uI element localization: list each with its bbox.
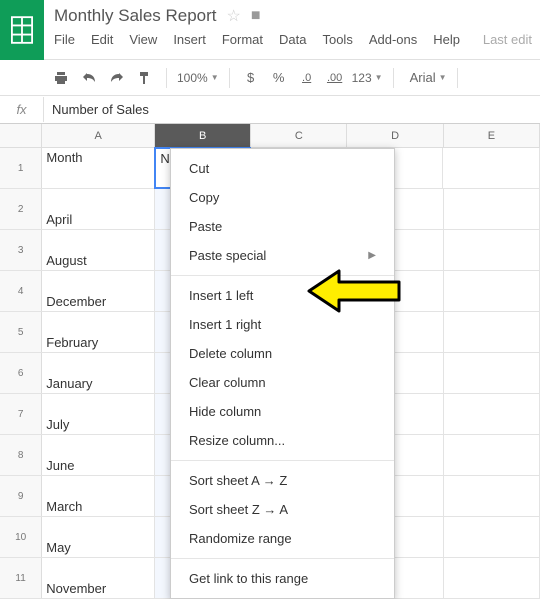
column-header-b[interactable]: B [155, 124, 251, 147]
decrease-decimal-button[interactable]: .0 [296, 67, 318, 89]
context-get-link[interactable]: Get link to this range [171, 564, 394, 593]
toolbar: 100%▼ $ % .0 .00 123▼ Arial▼ [0, 60, 540, 96]
row-header[interactable]: 1 [0, 148, 42, 188]
cell[interactable] [444, 353, 540, 393]
column-header-a[interactable]: A [42, 124, 155, 147]
context-paste-special[interactable]: Paste special▶ [171, 241, 394, 270]
fx-icon[interactable]: fx [0, 97, 44, 122]
column-header-d[interactable]: D [347, 124, 443, 147]
row-header[interactable]: 6 [0, 353, 42, 393]
context-copy[interactable]: Copy [171, 183, 394, 212]
row-header[interactable]: 5 [0, 312, 42, 352]
column-header-c[interactable]: C [251, 124, 347, 147]
row-header[interactable]: 8 [0, 435, 42, 475]
menu-edit[interactable]: Edit [91, 32, 113, 47]
increase-decimal-button[interactable]: .00 [324, 67, 346, 89]
select-all-corner[interactable] [0, 124, 42, 147]
redo-icon[interactable] [106, 67, 128, 89]
cell[interactable]: April [42, 189, 155, 229]
cell[interactable]: November [42, 558, 155, 598]
cell[interactable] [444, 394, 540, 434]
cell[interactable]: May [42, 517, 155, 557]
font-select[interactable]: Arial▼ [410, 70, 447, 85]
menu-separator [171, 460, 394, 461]
context-clear-column[interactable]: Clear column [171, 368, 394, 397]
row-header[interactable]: 11 [0, 558, 42, 598]
cell[interactable] [444, 230, 540, 270]
cell[interactable] [444, 435, 540, 475]
cell[interactable]: July [42, 394, 155, 434]
menu-file[interactable]: File [54, 32, 75, 47]
row-header[interactable]: 2 [0, 189, 42, 229]
cell[interactable] [444, 189, 540, 229]
context-menu: Cut Copy Paste Paste special▶ Insert 1 l… [170, 148, 395, 599]
column-header-e[interactable]: E [444, 124, 540, 147]
sheets-logo[interactable] [0, 0, 44, 60]
undo-icon[interactable] [78, 67, 100, 89]
formula-bar: fx Number of Sales [0, 96, 540, 124]
currency-button[interactable]: $ [240, 67, 262, 89]
cell[interactable]: June [42, 435, 155, 475]
document-title[interactable]: Monthly Sales Report [54, 6, 217, 26]
context-paste[interactable]: Paste [171, 212, 394, 241]
folder-icon[interactable]: ■ [251, 7, 261, 25]
row-header[interactable]: 3 [0, 230, 42, 270]
cell[interactable] [444, 312, 540, 352]
cell[interactable] [444, 517, 540, 557]
star-icon[interactable]: ☆ [227, 6, 241, 26]
last-edit-link[interactable]: Last edit [483, 32, 540, 47]
submenu-arrow-icon: ▶ [368, 250, 376, 261]
menu-data[interactable]: Data [279, 32, 306, 47]
menu-insert[interactable]: Insert [173, 32, 206, 47]
number-format-select[interactable]: 123▼ [352, 71, 383, 85]
cell[interactable] [444, 271, 540, 311]
zoom-select[interactable]: 100%▼ [177, 71, 219, 85]
row-header[interactable]: 7 [0, 394, 42, 434]
cell[interactable]: February [42, 312, 155, 352]
cell[interactable]: Month [42, 148, 155, 188]
context-resize-column[interactable]: Resize column... [171, 426, 394, 455]
row-header[interactable]: 4 [0, 271, 42, 311]
context-cut[interactable]: Cut [171, 154, 394, 183]
annotation-arrow-icon [304, 268, 404, 317]
menu-view[interactable]: View [129, 32, 157, 47]
app-header: Monthly Sales Report ☆ ■ File Edit View … [0, 0, 540, 60]
menu-addons[interactable]: Add-ons [369, 32, 417, 47]
cell[interactable] [444, 476, 540, 516]
paint-format-icon[interactable] [134, 67, 156, 89]
menu-tools[interactable]: Tools [322, 32, 352, 47]
context-hide-column[interactable]: Hide column [171, 397, 394, 426]
menu-separator [171, 558, 394, 559]
cell[interactable] [444, 558, 540, 598]
context-sort-za[interactable]: Sort sheet Z → A [171, 495, 394, 524]
cell[interactable]: January [42, 353, 155, 393]
cell[interactable] [443, 148, 540, 188]
context-delete-column[interactable]: Delete column [171, 339, 394, 368]
row-header[interactable]: 9 [0, 476, 42, 516]
formula-input[interactable]: Number of Sales [44, 102, 540, 117]
sheets-icon [11, 16, 33, 44]
print-icon[interactable] [50, 67, 72, 89]
menu-bar: File Edit View Insert Format Data Tools … [54, 32, 540, 47]
context-randomize[interactable]: Randomize range [171, 524, 394, 553]
menu-format[interactable]: Format [222, 32, 263, 47]
percent-button[interactable]: % [268, 67, 290, 89]
row-header[interactable]: 10 [0, 517, 42, 557]
context-sort-az[interactable]: Sort sheet A → Z [171, 466, 394, 495]
cell[interactable]: March [42, 476, 155, 516]
cell[interactable]: August [42, 230, 155, 270]
cell[interactable]: December [42, 271, 155, 311]
menu-help[interactable]: Help [433, 32, 460, 47]
